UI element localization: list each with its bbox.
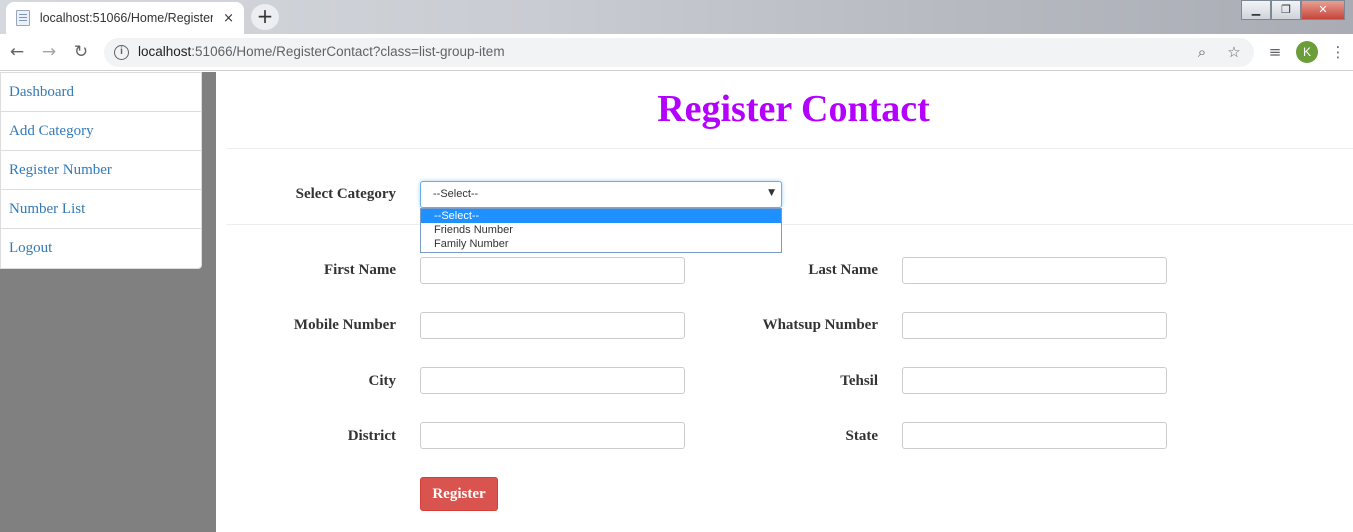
minimize-window-button[interactable]: ▁ [1241,0,1271,20]
page-favicon-icon [16,10,30,26]
tehsil-label: Tehsil [840,373,878,389]
site-info-icon[interactable]: i [114,45,129,60]
browser-toolbar: ← → ↻ i localhost:51066/Home/RegisterCon… [0,34,1353,71]
category-select-value: --Select-- [433,188,479,200]
category-option-family[interactable]: Family Number [421,237,781,251]
dropdown-arrow-icon: ▼ [768,188,775,198]
url-text[interactable]: localhost:51066/Home/RegisterContact?cla… [138,44,505,59]
mobile-number-input[interactable] [420,312,685,339]
browser-tab[interactable]: localhost:51066/Home/RegisterC × [6,2,244,34]
url-host: localhost [138,44,192,59]
browser-titlebar: localhost:51066/Home/RegisterC × + ▁ ❐ ✕ [0,0,1353,34]
profile-avatar[interactable]: K [1296,41,1318,63]
last-name-label: Last Name [808,262,878,278]
state-input[interactable] [902,422,1167,449]
tab-title: localhost:51066/Home/RegisterC [39,11,214,25]
window-controls: ▁ ❐ ✕ [1241,0,1345,20]
page-title: Register Contact [657,88,930,130]
title-divider [226,148,1353,149]
mobile-number-label: Mobile Number [293,317,396,333]
first-name-label: First Name [323,262,396,278]
forward-arrow-icon[interactable]: → [38,41,60,63]
city-label: City [368,373,397,389]
category-dropdown-list: --Select-- Friends Number Family Number [420,208,782,253]
sidebar-item-add-category[interactable]: Add Category [1,112,201,151]
state-label: State [845,428,879,444]
zoom-icon[interactable]: ⌕ [1192,42,1212,62]
restore-window-button[interactable]: ❐ [1271,0,1301,20]
page-content: Dashboard Add Category Register Number N… [0,72,1353,532]
category-select[interactable]: --Select-- ▼ [420,181,782,208]
sidebar-item-logout[interactable]: Logout [1,229,201,268]
bookmark-star-icon[interactable]: ☆ [1224,42,1244,62]
sidebar-item-number-list[interactable]: Number List [1,190,201,229]
register-button[interactable]: Register [420,477,498,511]
sidebar-item-register-number[interactable]: Register Number [1,151,201,190]
reload-icon[interactable]: ↻ [70,41,92,63]
category-option-friends[interactable]: Friends Number [421,223,781,237]
main-panel: Register Contact Select Category --Selec… [216,72,1353,532]
close-tab-icon[interactable]: × [223,11,234,26]
close-window-button[interactable]: ✕ [1301,0,1345,20]
sidebar-nav: Dashboard Add Category Register Number N… [0,72,202,269]
back-arrow-icon[interactable]: ← [6,41,28,63]
district-label: District [347,428,396,444]
url-path: :51066/Home/RegisterContact?class=list-g… [191,44,505,59]
city-input[interactable] [420,367,685,394]
browser-menu-icon[interactable]: ⋮ [1328,42,1348,62]
sidebar-item-dashboard[interactable]: Dashboard [1,73,201,112]
tehsil-input[interactable] [902,367,1167,394]
address-bar[interactable]: i localhost:51066/Home/RegisterContact?c… [104,38,1254,67]
whatsup-number-input[interactable] [902,312,1167,339]
sidebar: Dashboard Add Category Register Number N… [0,72,216,532]
whatsup-number-label: Whatsup Number [762,317,878,333]
category-option-select[interactable]: --Select-- [421,209,781,223]
first-name-input[interactable] [420,257,685,284]
last-name-input[interactable] [902,257,1167,284]
media-control-icon[interactable]: ≡ [1265,42,1285,62]
category-divider [226,224,1353,225]
new-tab-button[interactable]: + [251,4,279,30]
district-input[interactable] [420,422,685,449]
select-category-label: Select Category [295,186,396,202]
